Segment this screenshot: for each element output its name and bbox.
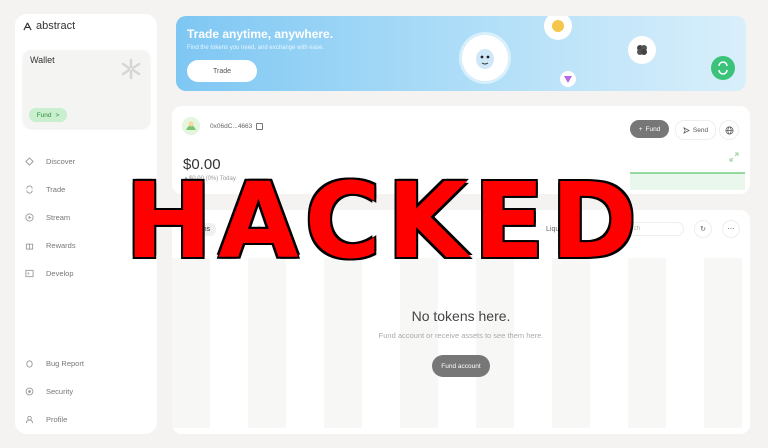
sidebar-item-label: Stream [46,212,71,222]
security-icon [25,387,34,396]
sidebar-item-bug-report[interactable]: Bug Report [25,357,84,369]
app-logo-text: abstract [36,20,76,32]
wallet-balance: $0.00 [183,156,221,173]
chevron-right-icon: > [55,111,60,119]
sidebar-item-develop[interactable]: Develop [25,267,74,279]
refresh-icon[interactable]: ↻ [694,220,712,238]
banner-subtitle: Find the tokens you need, and exchange w… [187,45,325,51]
balance-sparkline [630,172,745,190]
develop-icon [25,269,34,278]
more-options-icon[interactable]: ⋯ [722,220,740,238]
globe-icon [725,126,733,134]
fund-button[interactable]: + Fund [630,120,669,138]
avatar[interactable] [182,117,200,135]
sidebar-fund-label: Fund [36,111,52,119]
promo-banner: Trade anytime, anywhere. Find the tokens… [176,16,746,91]
bug-icon [25,359,34,368]
sidebar-item-label: Discover [46,156,76,166]
wallet-card[interactable]: Wallet Fund > [23,50,150,128]
tokens-panel: Tokens Transactions Liquidity Search ↻ ⋯… [172,210,750,434]
tokens-tabs: Tokens Transactions Liquidity Search ↻ ⋯ [182,220,740,238]
trade-icon [25,185,34,194]
globe-button[interactable] [719,120,739,140]
wallet-card-title: Wallet [30,55,55,65]
grid-background [172,258,750,428]
abstract-logo-icon [23,22,32,30]
wallet-panel: 0x06dC...4663 + Fund Send $0.00 ▲$0.00 (… [172,106,750,194]
tab-transactions[interactable]: Transactions [226,223,278,236]
empty-state-title: No tokens here. [411,308,511,324]
token-orb-icon [544,16,572,40]
sidebar-item-stream[interactable]: Stream [25,211,70,223]
sidebar-fund-button[interactable]: Fund > [29,108,67,122]
sidebar: abstract Wallet Fund > Discover Trade St… [15,14,157,434]
empty-state-subtitle: Fund account or receive assets to see th… [378,331,544,340]
sidebar-item-discover[interactable]: Discover [25,155,75,167]
balance-change: ▲$0.00 (0%) Today [183,176,236,182]
wallet-logo-icon [121,58,141,80]
copy-icon[interactable] [256,123,264,130]
sidebar-item-label: Trade [46,184,66,194]
plus-icon: + [638,125,643,133]
send-button-label: Send [692,126,709,134]
sidebar-item-profile[interactable]: Profile [25,413,67,425]
banner-title: Trade anytime, anywhere. [187,27,334,41]
stream-icon [25,212,34,222]
sidebar-item-trade[interactable]: Trade [25,183,65,195]
wallet-address[interactable]: 0x06dC...4663 [210,123,264,130]
send-icon [682,126,690,134]
sidebar-item-label: Bug Report [46,358,84,368]
sidebar-item-security[interactable]: Security [25,385,73,397]
fund-account-button[interactable]: Fund account [432,355,490,377]
tab-hidden[interactable] [288,226,300,232]
fund-button-label: Fund [645,125,661,133]
expand-icon[interactable] [729,152,739,162]
tab-tokens[interactable]: Tokens [182,222,217,236]
sidebar-item-label: Security [46,386,74,396]
search-input[interactable]: Search [614,222,684,236]
profile-icon [25,415,34,424]
swap-icon [711,56,735,80]
token-orb-icon [628,36,656,64]
sidebar-item-label: Develop [46,268,74,278]
token-orb-icon [560,71,576,87]
app-logo[interactable]: abstract [23,20,75,32]
wallet-address-text: 0x06dC...4663 [210,123,253,130]
send-button[interactable]: Send [675,120,716,140]
sidebar-item-label: Profile [46,414,68,424]
tab-liquidity[interactable]: Liquidity [540,223,578,236]
sidebar-item-rewards[interactable]: Rewards [25,239,76,251]
discover-icon [25,156,34,166]
sidebar-item-label: Rewards [46,240,76,250]
banner-trade-button[interactable]: Trade [187,60,257,82]
mascot-icon [462,35,508,81]
rewards-icon [25,241,34,250]
